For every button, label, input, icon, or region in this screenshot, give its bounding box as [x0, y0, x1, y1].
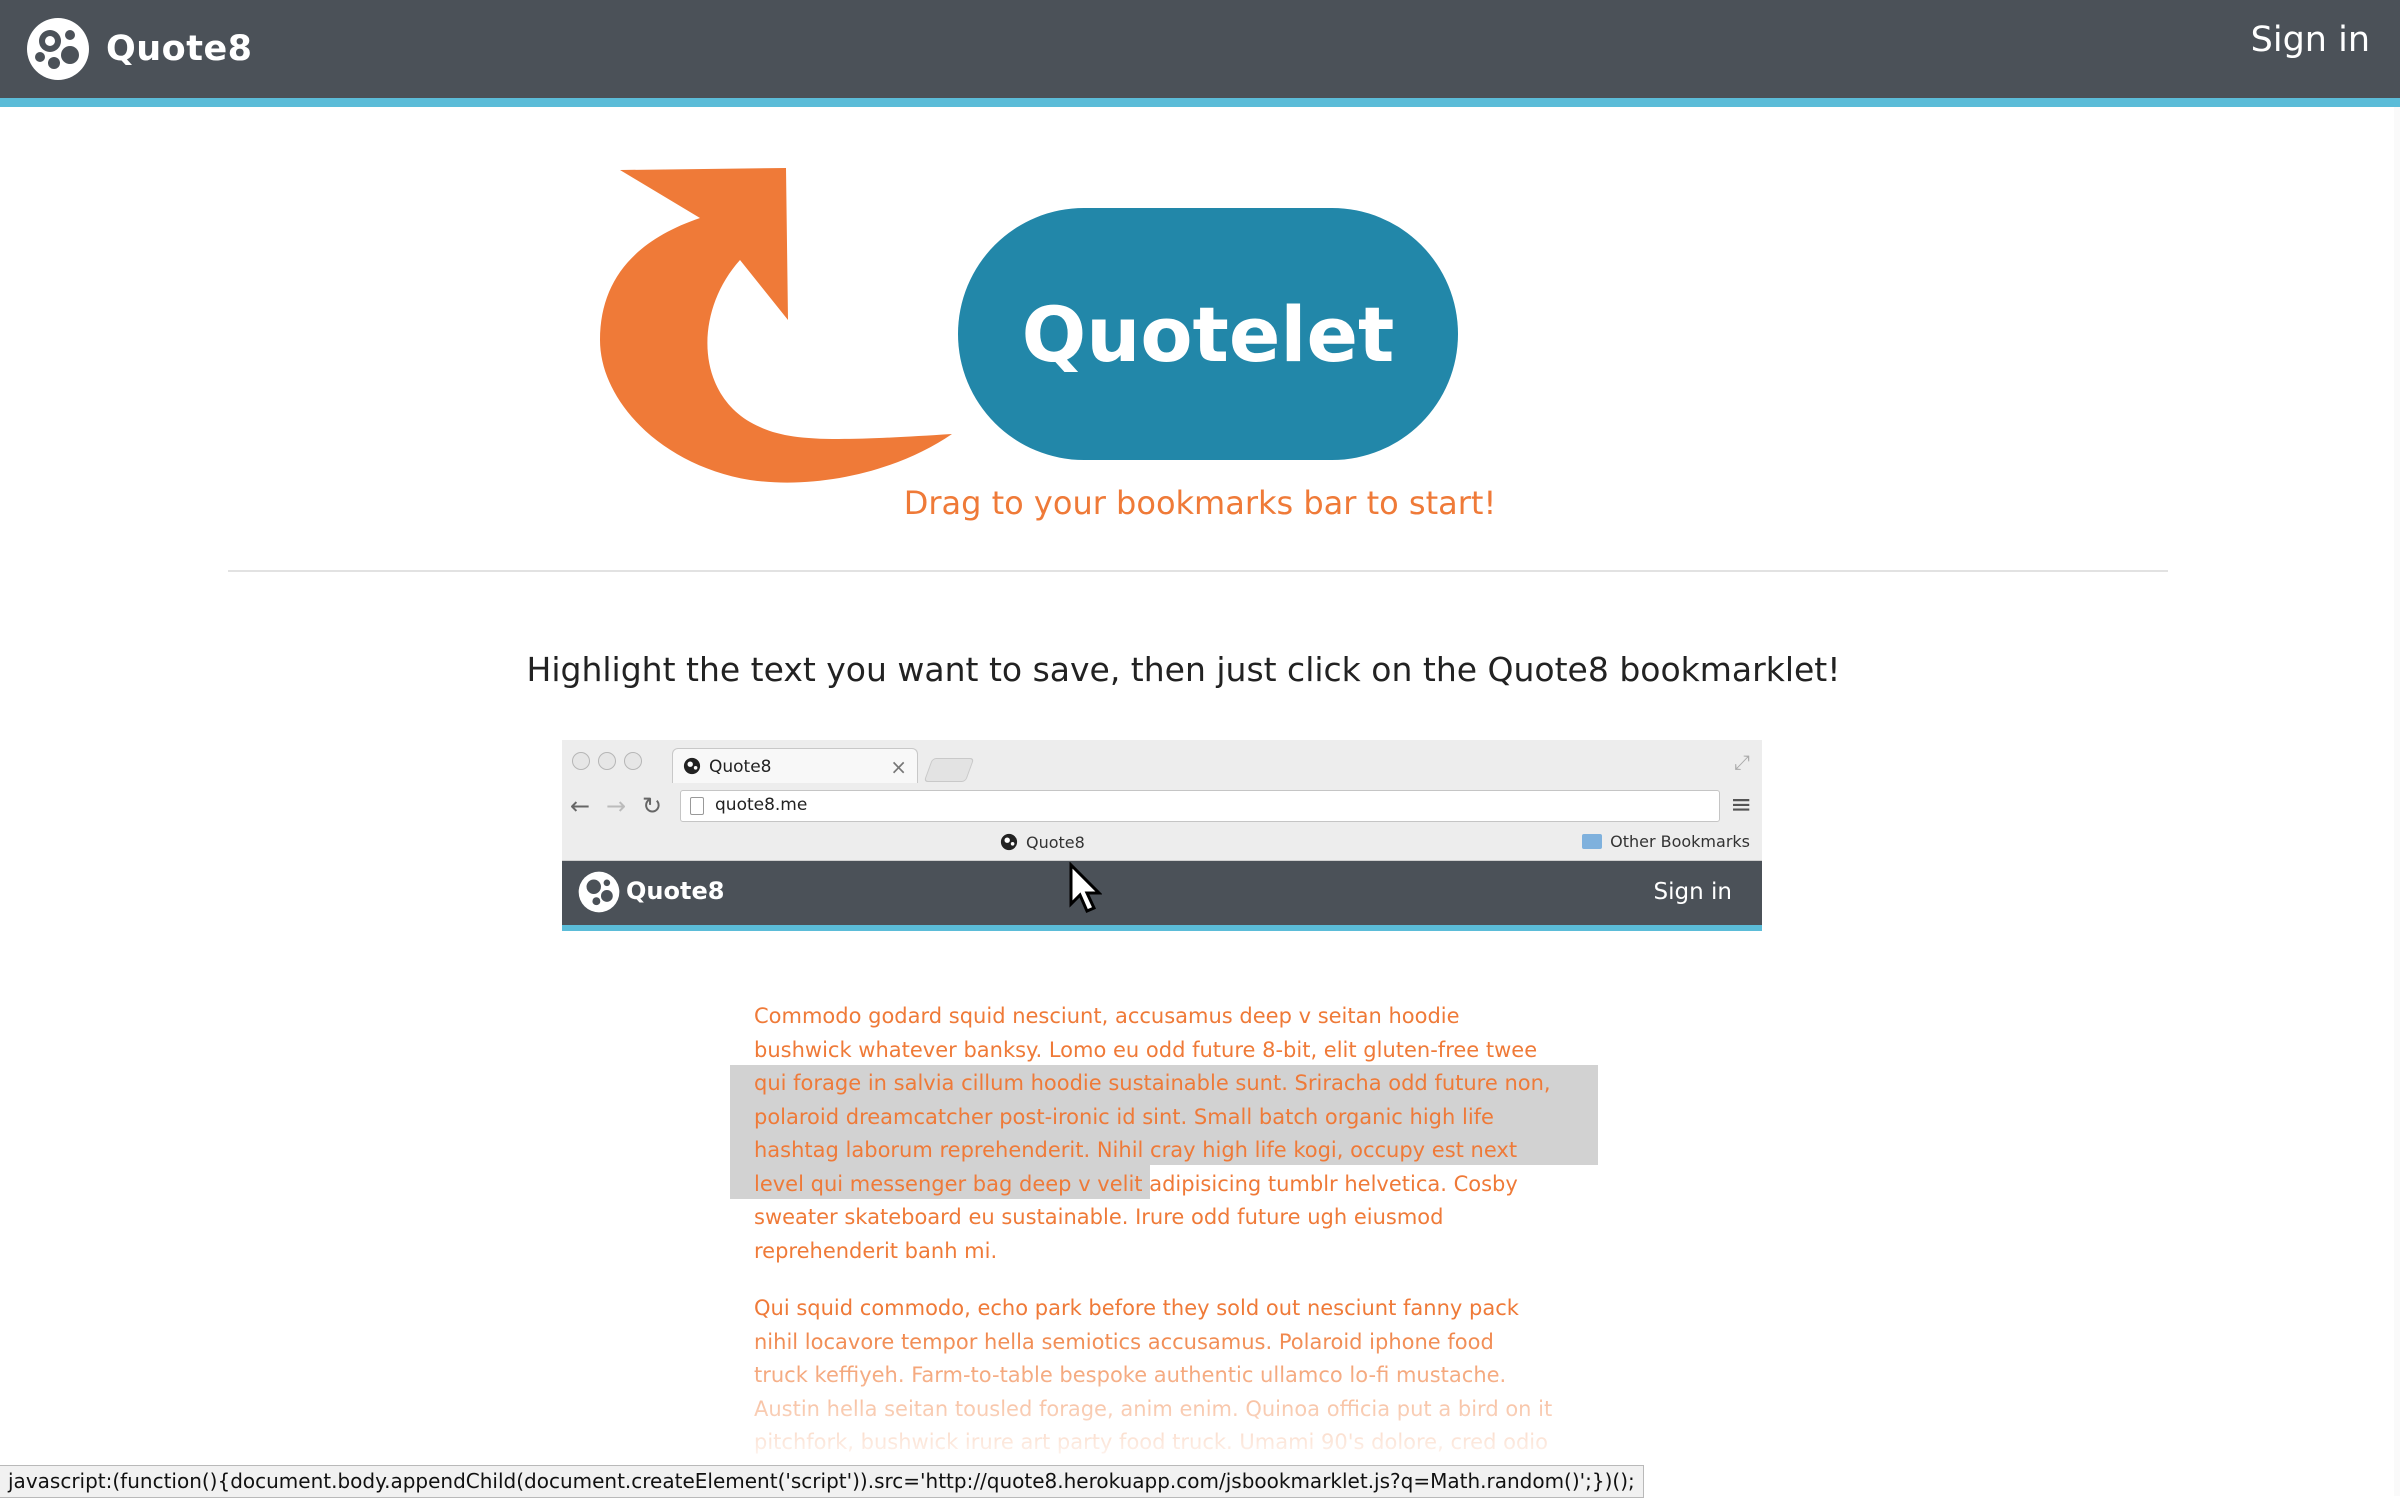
- tab-close-icon: ×: [890, 755, 907, 779]
- close-window-dot: [572, 752, 590, 770]
- browser-chrome: Quote8 × ⤢ ← → ↻ quote8.me ≡ Quote8 Othe…: [562, 740, 1762, 861]
- address-bar: quote8.me: [680, 790, 1720, 822]
- demo-sign-in: Sign in: [1653, 879, 1732, 905]
- demo-paragraph-1: Commodo godard squid nesciunt, accusamus…: [754, 1004, 1551, 1263]
- bookmark-quote8: Quote8: [1000, 831, 1085, 853]
- fade-overlay: [562, 1320, 1762, 1454]
- bookmark-label: Quote8: [1026, 832, 1085, 852]
- minimize-window-dot: [598, 752, 616, 770]
- address-text: quote8.me: [715, 795, 808, 815]
- demo-screenshot: Quote8 × ⤢ ← → ↻ quote8.me ≡ Quote8 Othe…: [562, 740, 1762, 1454]
- expand-icon: ⤢: [1734, 750, 1750, 774]
- quote8-favicon-icon: [683, 757, 701, 775]
- reload-icon: ↻: [642, 792, 663, 820]
- drag-hint: Drag to your bookmarks bar to start!: [903, 484, 1497, 522]
- back-arrow-icon: ←: [570, 792, 591, 820]
- tab-title: Quote8: [709, 757, 772, 777]
- sign-in-link[interactable]: Sign in: [2251, 20, 2370, 60]
- browser-tab: Quote8 ×: [672, 748, 918, 783]
- status-bar-url: javascript:(function(){document.body.app…: [0, 1465, 1644, 1498]
- scrollbar[interactable]: [2394, 107, 2400, 1496]
- instruction-text: Highlight the text you want to save, the…: [526, 650, 1841, 689]
- new-tab-icon: [923, 758, 975, 782]
- page-icon: [690, 797, 704, 815]
- demo-brand-name: Quote8: [626, 877, 725, 905]
- quote8-bookmark-icon: [1000, 833, 1018, 851]
- hamburger-menu-icon: ≡: [1730, 790, 1752, 820]
- quotelet-bookmarklet-button[interactable]: Quotelet: [958, 208, 1458, 460]
- divider: [228, 570, 2168, 572]
- quote8-logo-icon: [578, 871, 620, 913]
- quote8-logo-icon: [27, 18, 89, 80]
- folder-icon: [1582, 834, 1602, 849]
- forward-arrow-icon: →: [606, 792, 627, 820]
- brand-link[interactable]: Quote8: [26, 14, 253, 84]
- top-navbar: Quote8 Sign in: [0, 0, 2400, 107]
- zoom-window-dot: [624, 752, 642, 770]
- demo-site-navbar: Quote8 Sign in: [562, 861, 1762, 931]
- other-bookmarks: Other Bookmarks: [1610, 832, 1750, 851]
- mouse-cursor-icon: [1069, 862, 1102, 913]
- curved-arrow-icon: [600, 168, 952, 483]
- brand-name: Quote8: [106, 29, 253, 69]
